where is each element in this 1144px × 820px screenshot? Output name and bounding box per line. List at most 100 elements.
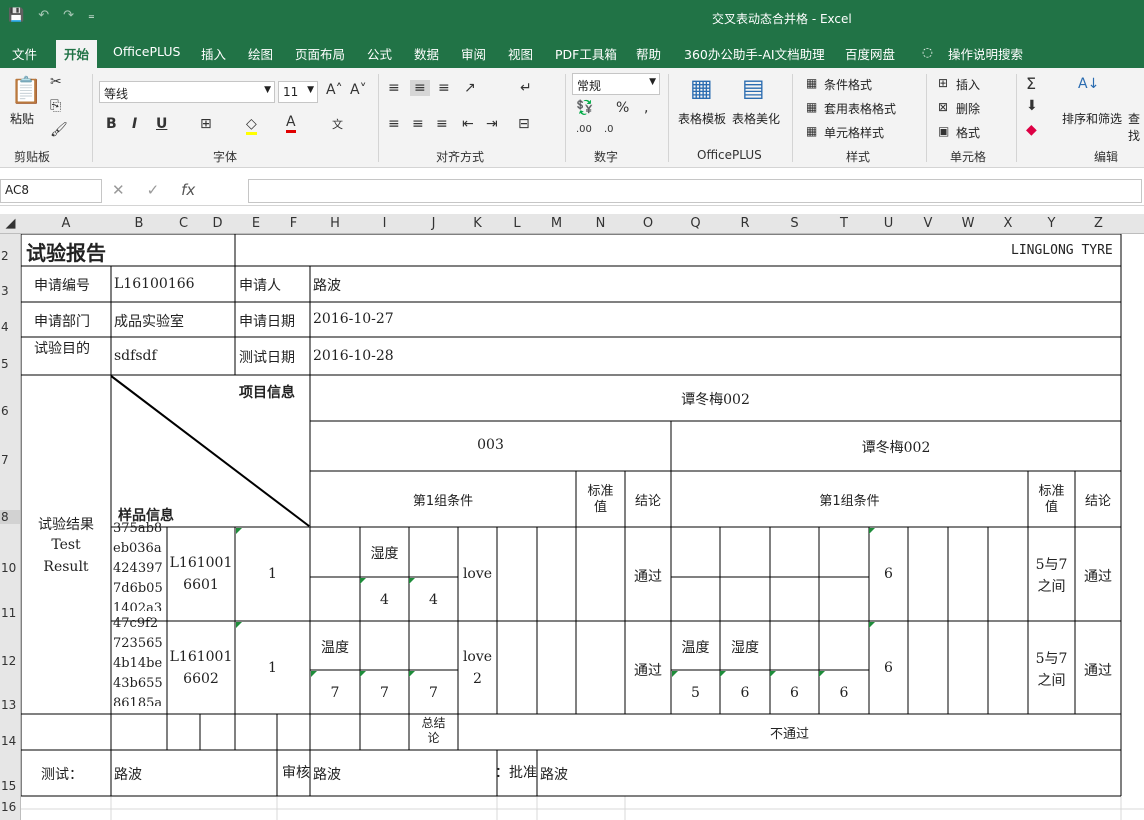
condition-value[interactable]: 7 <box>360 685 409 701</box>
summary-label-line[interactable]: 总结 <box>409 716 458 731</box>
tell-me-search[interactable]: 操作说明搜索 <box>948 44 1023 63</box>
reviewer-value[interactable]: 路波 <box>313 764 341 784</box>
row-header[interactable]: 16 <box>0 800 21 814</box>
orientation-icon[interactable]: ↗ <box>464 80 476 96</box>
report-title[interactable]: 试验报告 <box>26 237 106 266</box>
column-header[interactable]: O <box>625 216 671 231</box>
standard-value-line[interactable]: 之间 <box>1028 576 1075 596</box>
column-header[interactable]: N <box>576 216 625 231</box>
conclusion-header-right[interactable]: 结论 <box>1075 490 1121 509</box>
group-header-left[interactable]: 003 <box>310 437 671 453</box>
decrease-font-icon[interactable]: A˅ <box>350 82 367 98</box>
standard-value-line[interactable]: 5与7 <box>1028 648 1075 668</box>
align-bottom-icon[interactable]: ≡ <box>438 80 450 96</box>
tester-label[interactable]: 测试： <box>41 764 83 784</box>
decrease-decimal-icon[interactable]: .0 <box>604 124 614 135</box>
standard-value-line[interactable]: 之间 <box>1028 670 1075 690</box>
sample-code-line[interactable]: L161001 <box>167 649 235 665</box>
row-header[interactable]: 15 <box>0 779 21 793</box>
sample-id-cell[interactable]: 47c9f2 723565 4b14be 43b655 86185a <box>113 614 166 706</box>
condition-value[interactable]: 7 <box>310 685 360 701</box>
worksheet-grid[interactable]: 试验报告 LINGLONG TYRE 申请编号 L16100166 申请人 路波… <box>21 234 1144 820</box>
align-right-icon[interactable]: ≡ <box>436 116 448 132</box>
increase-font-icon[interactable]: A˄ <box>326 82 343 98</box>
find-select-button[interactable]: 查找 <box>1128 110 1144 144</box>
column-header[interactable]: Y <box>1028 216 1075 231</box>
column-header[interactable]: D <box>200 216 235 231</box>
column-header[interactable]: H <box>310 216 360 231</box>
applicant-value[interactable]: 路波 <box>313 275 341 295</box>
sample-id-cell[interactable]: 375ab8 eb036a 424397 7d6b05 1402a3 <box>113 519 166 611</box>
row-header[interactable]: 3 <box>0 284 21 298</box>
insert-cells-button[interactable]: 插入 <box>956 76 980 93</box>
increase-indent-icon[interactable]: ⇥ <box>486 116 498 132</box>
row-header[interactable]: 7 <box>0 453 21 467</box>
redo-icon[interactable]: ↷ <box>63 8 74 23</box>
fill-color-icon[interactable]: ◇ <box>246 116 257 135</box>
conclusion-left[interactable]: 通过 <box>625 566 671 586</box>
test-result-label-en[interactable]: Test <box>21 537 111 553</box>
applicant-label[interactable]: 申请人 <box>239 275 281 295</box>
delete-cells-button[interactable]: 删除 <box>956 100 980 117</box>
confirm-icon[interactable]: ✓ <box>147 181 160 199</box>
sample-code-line[interactable]: L161001 <box>167 555 235 571</box>
column-header[interactable]: V <box>908 216 948 231</box>
sort-filter-icon[interactable]: A↓ <box>1078 76 1099 92</box>
summary-value[interactable]: 不通过 <box>458 723 1121 742</box>
tester-value[interactable]: 路波 <box>114 764 142 784</box>
column-header[interactable]: T <box>819 216 869 231</box>
column-header[interactable]: U <box>869 216 908 231</box>
save-icon[interactable]: 💾 <box>8 8 24 23</box>
row-header[interactable]: 14 <box>0 734 21 748</box>
condition-value[interactable]: 4 <box>409 592 458 608</box>
tab-view[interactable]: 视图 <box>508 44 533 63</box>
condition-value[interactable]: 6 <box>869 566 908 582</box>
percent-icon[interactable]: % <box>616 100 629 116</box>
group-header-right[interactable]: 谭冬梅002 <box>671 437 1121 457</box>
test-result-label-en[interactable]: Result <box>21 559 111 575</box>
increase-decimal-icon[interactable]: .00 <box>576 124 592 135</box>
merge-center-icon[interactable]: ⊟ <box>518 116 530 132</box>
fill-icon[interactable]: ⬇ <box>1026 98 1038 114</box>
select-all-corner[interactable]: ◢ <box>0 216 21 231</box>
column-header[interactable]: Q <box>671 216 720 231</box>
row-header[interactable]: 12 <box>0 654 21 668</box>
row-header[interactable]: 5 <box>0 357 21 371</box>
column-header[interactable]: F <box>277 216 310 231</box>
tab-360-assistant[interactable]: 360办公助手-AI文档助理 <box>684 44 825 63</box>
phonetic-icon[interactable]: 文 <box>332 116 343 132</box>
temperature-label[interactable]: 温度 <box>671 637 720 657</box>
table-template-icon[interactable]: ▦ <box>690 74 713 102</box>
formula-input[interactable] <box>248 179 1142 203</box>
decrease-indent-icon[interactable]: ⇤ <box>462 116 474 132</box>
table-beautify-button[interactable]: 表格美化 <box>732 110 780 127</box>
column-header[interactable]: R <box>720 216 770 231</box>
tab-page-layout[interactable]: 页面布局 <box>295 44 345 63</box>
tab-help[interactable]: 帮助 <box>636 44 661 63</box>
column-header[interactable]: M <box>537 216 576 231</box>
number-format-select[interactable]: 常规 ▼ <box>572 73 660 95</box>
temperature-label[interactable]: 温度 <box>310 637 360 657</box>
condition-value[interactable]: 6 <box>770 685 819 701</box>
copy-icon[interactable]: ⎘ <box>50 98 61 114</box>
cancel-icon[interactable]: ✕ <box>112 181 125 199</box>
row-header[interactable]: 13 <box>0 698 21 712</box>
comma-icon[interactable]: , <box>644 100 648 116</box>
font-name-select[interactable]: 等线 ▼ <box>99 81 275 103</box>
column-header[interactable]: A <box>21 216 111 231</box>
condition-header-right[interactable]: 第1组条件 <box>671 490 1028 509</box>
italic-button[interactable]: I <box>132 116 137 132</box>
application-no-label[interactable]: 申请编号 <box>34 275 90 295</box>
humidity-label[interactable]: 湿度 <box>720 637 770 657</box>
column-header[interactable]: J <box>409 216 458 231</box>
humidity-label[interactable]: 湿度 <box>360 543 409 563</box>
format-as-table-button[interactable]: 套用表格格式 <box>824 100 896 117</box>
condition-value[interactable]: 6 <box>819 685 869 701</box>
application-date-value[interactable]: 2016-10-27 <box>313 311 394 327</box>
tab-baidu-netdisk[interactable]: 百度网盘 <box>845 44 895 63</box>
paste-icon[interactable]: 📋 <box>10 76 42 106</box>
reviewer-label-cell[interactable]: 审核： <box>277 762 310 782</box>
column-header[interactable]: L <box>497 216 537 231</box>
sample-qty[interactable]: 1 <box>235 660 310 676</box>
font-size-select[interactable]: 11 ▼ <box>278 81 318 103</box>
